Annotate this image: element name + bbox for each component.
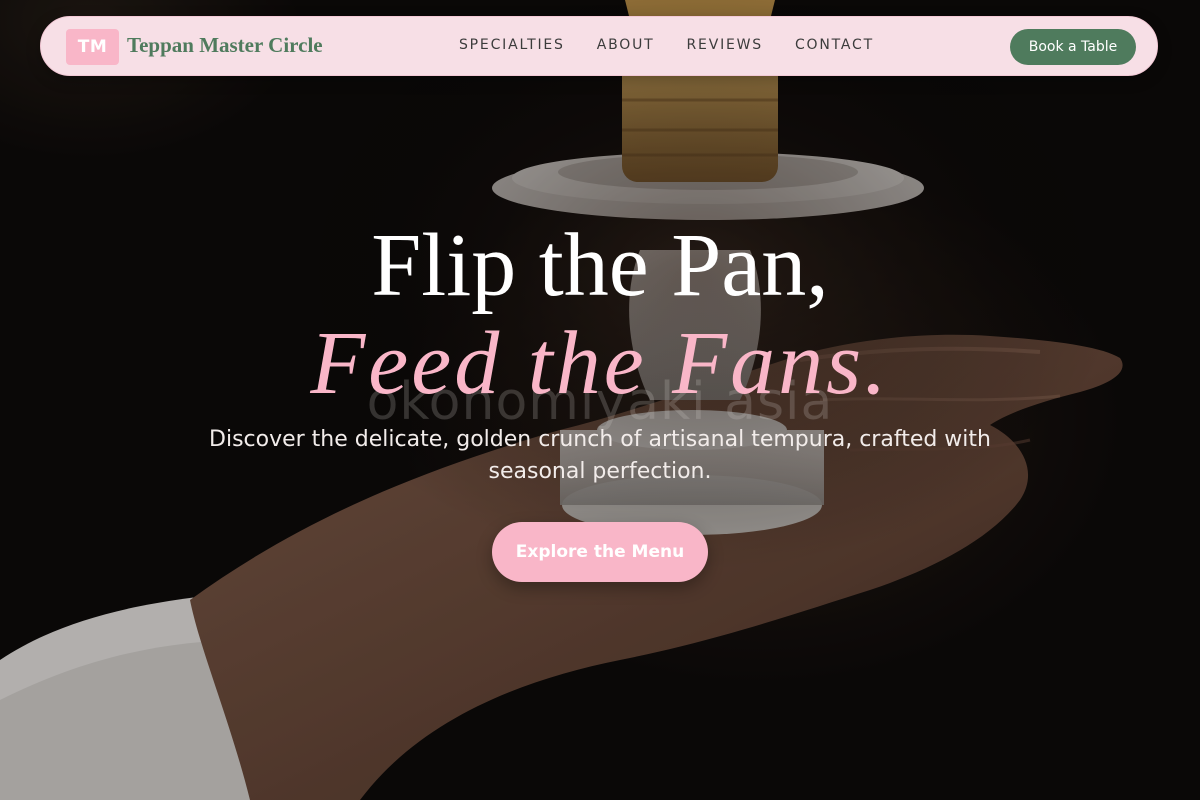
nav-links: SPECIALTIES ABOUT REVIEWS CONTACT xyxy=(459,37,874,53)
hero-subtitle: Discover the delicate, golden crunch of … xyxy=(209,427,991,484)
nav-link-about[interactable]: ABOUT xyxy=(597,37,655,53)
brand-logo-badge[interactable]: TM xyxy=(66,29,119,65)
nav-link-specialties[interactable]: SPECIALTIES xyxy=(459,37,565,53)
brand-name[interactable]: Teppan Master Circle xyxy=(127,33,323,58)
explore-menu-button[interactable]: Explore the Menu xyxy=(492,522,708,582)
hero-title-line-2: Feed the Fans. xyxy=(310,314,890,413)
hero-title-line-1: Flip the Pan, xyxy=(371,216,829,315)
nav-link-contact[interactable]: CONTACT xyxy=(795,37,874,53)
nav-link-reviews[interactable]: REVIEWS xyxy=(687,37,763,53)
top-navbar: TM Teppan Master Circle SPECIALTIES ABOU… xyxy=(40,16,1158,76)
book-table-button[interactable]: Book a Table xyxy=(1010,29,1136,65)
hero-section: okonomiyaki asia Flip the Pan, Feed the … xyxy=(0,0,1200,800)
